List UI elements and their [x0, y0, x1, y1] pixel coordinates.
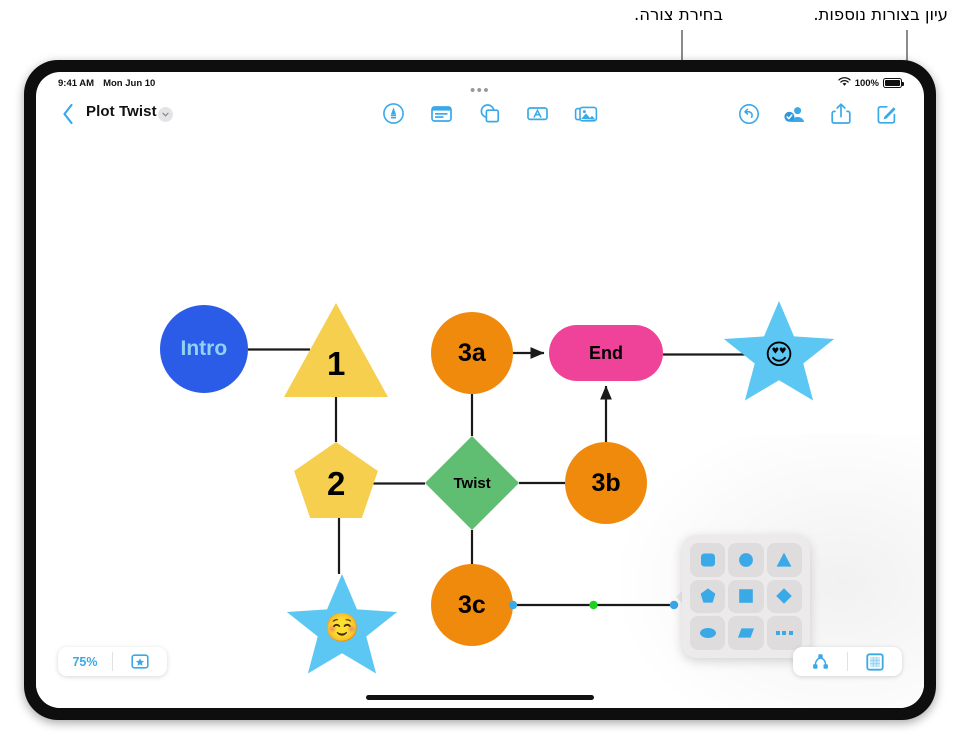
back-chevron-icon[interactable]: [60, 101, 76, 127]
ellipse-icon: [699, 628, 716, 639]
shape-pentagon[interactable]: [690, 579, 726, 614]
share-icon[interactable]: [827, 100, 854, 127]
node-star-smile[interactable]: [286, 574, 398, 674]
triangle-icon: [776, 552, 792, 567]
status-time: 9:41 AM: [58, 77, 95, 89]
diagram-canvas[interactable]: Intro 1 2 Twist 3a 3b 3c End 😍 ☺️ 75%: [36, 134, 924, 708]
node-star-love[interactable]: [723, 301, 835, 401]
battery-percent: 100%: [854, 77, 879, 89]
node-intro[interactable]: [160, 305, 248, 393]
pentagon-icon: [700, 588, 716, 604]
view-options-icon[interactable]: [848, 647, 902, 676]
app-toolbar: Plot Twist •••: [36, 82, 924, 134]
zoom-level-button[interactable]: 75%: [58, 647, 112, 676]
shape-circle[interactable]: [728, 543, 764, 577]
circle-icon: [739, 552, 753, 567]
rounded-square-icon: [700, 553, 715, 567]
shape-more[interactable]: [766, 616, 802, 650]
undo-icon[interactable]: [735, 100, 762, 127]
connection-handle-mid[interactable]: [589, 600, 598, 610]
format-panel-icon[interactable]: [428, 100, 455, 127]
insert-shape-icon[interactable]: [476, 100, 503, 127]
connection-tool-icon[interactable]: [793, 647, 847, 676]
node-2[interactable]: [294, 442, 378, 518]
shape-parallelogram[interactable]: [728, 616, 764, 650]
node-twist[interactable]: [425, 436, 519, 530]
diamond-icon: [776, 588, 793, 605]
wifi-icon: [838, 76, 851, 90]
chevron-down-icon[interactable]: [158, 107, 173, 122]
node-3b[interactable]: [565, 442, 647, 524]
node-3c[interactable]: [431, 564, 513, 646]
compose-icon[interactable]: [873, 100, 900, 127]
document-title[interactable]: Plot Twist: [86, 103, 157, 120]
shape-diamond[interactable]: [766, 579, 802, 614]
callout-browse-more-shapes: עיון בצורות נוספות.: [813, 5, 948, 24]
insert-media-icon[interactable]: [572, 100, 599, 127]
shape-picker-popover[interactable]: [682, 535, 810, 658]
battery-icon: [883, 78, 904, 88]
home-indicator: [366, 695, 594, 700]
screenshot-root: עיון בצורות נוספות. בחירת צורה. 9:41 AM …: [0, 0, 960, 747]
ellipsis-icon: [775, 631, 793, 636]
shape-square[interactable]: [728, 579, 764, 614]
more-options-dots[interactable]: •••: [470, 82, 490, 99]
connection-handle-start[interactable]: [508, 600, 518, 610]
shape-ellipse[interactable]: [690, 616, 726, 650]
node-3a[interactable]: [431, 312, 513, 394]
ipad-screen: 9:41 AM Mon Jun 10 100% Plot Twist ••• I…: [36, 72, 924, 708]
shape-rounded-square[interactable]: [690, 543, 726, 577]
markup-pen-icon[interactable]: [380, 100, 407, 127]
ipad-device-frame: 9:41 AM Mon Jun 10 100% Plot Twist ••• I…: [24, 60, 936, 720]
insert-text-box-icon[interactable]: [524, 100, 551, 127]
center-toolbar: [380, 100, 599, 127]
zoom-control-bar: 75%: [58, 647, 167, 676]
view-options-bar: [793, 647, 902, 676]
collaborate-icon[interactable]: [781, 100, 808, 127]
right-toolbar: [735, 100, 900, 127]
callout-choose-shape: בחירת צורה.: [633, 5, 723, 24]
star-badge-icon[interactable]: [113, 647, 167, 676]
status-date: Mon Jun 10: [103, 77, 156, 89]
parallelogram-icon: [737, 628, 754, 638]
node-end[interactable]: [549, 325, 663, 381]
square-icon: [739, 589, 753, 604]
selection-layer: [508, 600, 679, 610]
shape-triangle[interactable]: [766, 543, 802, 577]
